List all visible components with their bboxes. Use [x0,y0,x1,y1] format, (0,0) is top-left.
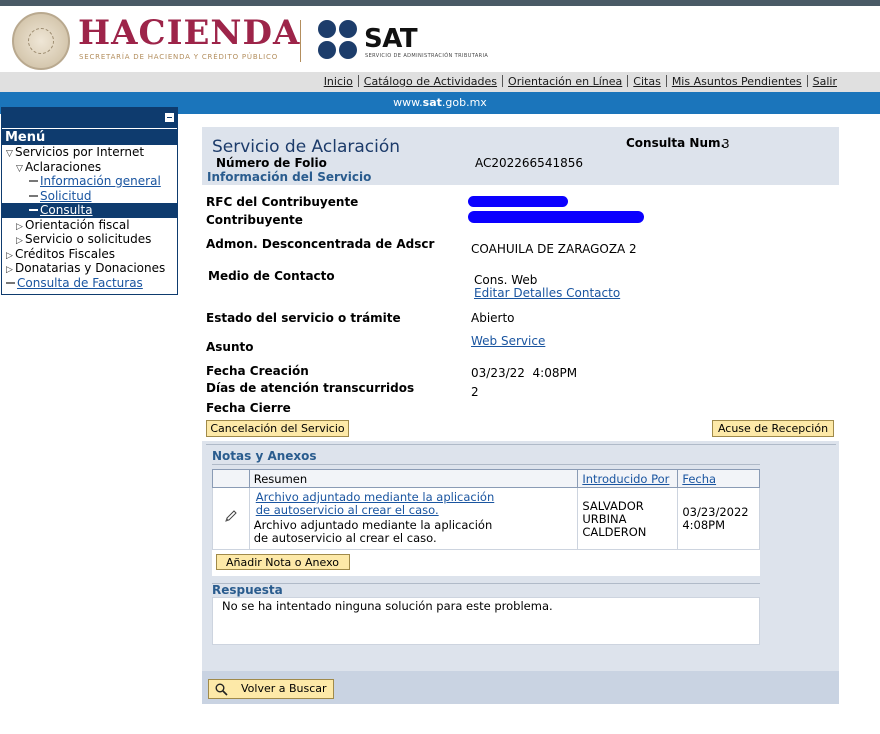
redacted-contribuyente [468,211,644,223]
nav-link-inicio[interactable]: Inicio [319,75,358,88]
medio-value: Cons. Web [474,273,538,287]
header-divider [300,20,301,62]
menu-item-orientacion-fiscal[interactable]: ▷ Orientación fiscal [2,218,177,233]
menu-item-donatarias[interactable]: ▷ Donatarias y Donaciones [2,261,177,276]
estado-label: Estado del servicio o trámite [206,311,401,325]
contribuyente-label: Contribuyente [206,213,303,227]
menu-title: Menú [2,128,177,145]
edit-contact-link[interactable]: Editar Detalles Contacto [474,286,620,300]
left-menu: Menú ▽ Servicios por Internet ▽ Aclaracion… [1,107,178,295]
collapse-icon[interactable] [164,112,175,123]
folio-value: AC202266541856 [475,156,583,170]
nav-link-catalogo[interactable]: Catálogo de Actividades [359,75,502,88]
rfc-label: RFC del Contribuyente [206,195,359,209]
table-row: Archivo adjuntado mediante la aplicación… [212,487,760,550]
consulta-label: Consulta Num. [626,136,726,150]
info-section-title: Información del Servicio [207,170,372,184]
column-resumen: Resumen [248,469,579,488]
admon-label: Admon. Desconcentrada de Adscr [206,237,435,251]
menu-item-consulta-facturas[interactable]: Consulta de Facturas [2,276,177,291]
medio-label: Medio de Contacto [208,269,335,283]
national-seal-icon [12,12,70,70]
cancel-service-button[interactable]: Cancelación del Servicio [206,420,349,437]
notes-table: Resumen Introducido Por Fecha Archivo ad… [212,469,760,576]
panel-footer: Volver a Buscar [202,671,839,704]
dias-value: 2 [471,385,479,399]
nav-link-citas[interactable]: Citas [628,75,666,88]
menu-item-informacion-general[interactable]: Información general [2,174,177,189]
hacienda-subtitle: SECRETARÍA DE HACIENDA Y CRÉDITO PÚBLICO [79,53,279,61]
menu-item-creditos-fiscales[interactable]: ▷ Créditos Fiscales [2,247,177,262]
nav-link-orientacion[interactable]: Orientación en Línea [503,75,627,88]
note-date: 03/23/2022 4:08PM [677,487,760,550]
folio-label: Número de Folio [216,156,327,170]
pencil-icon[interactable] [224,509,238,523]
dash-icon [29,209,38,211]
magnifier-icon [215,683,228,696]
sat-subtitle: SERVICIO DE ADMINISTRACIÓN TRIBUTARIA [365,53,489,59]
fecha-cierre-label: Fecha Cierre [206,401,291,415]
fecha-creacion-label: Fecha Creación [206,364,309,378]
redacted-rfc [468,196,568,207]
note-author: SALVADOR URBINA CALDERON [577,487,679,550]
sat-logo-icon [318,20,358,60]
sat-logo-text: SAT [364,24,418,54]
column-introducido[interactable]: Introducido Por [577,469,679,488]
admon-value: COAHUILA DE ZARAGOZA 2 [471,242,637,256]
menu-item-servicios-internet[interactable]: ▽ Servicios por Internet [2,145,177,160]
top-nav: Inicio Catálogo de Actividades Orientación… [0,72,880,92]
nav-link-salir[interactable]: Salir [808,75,842,88]
site-header: HACIENDA SECRETARÍA DE HACIENDA Y CRÉDIT… [0,6,880,70]
asunto-link[interactable]: Web Service [471,334,545,348]
respuesta-section-title: Respuesta [212,583,283,597]
dash-icon [29,194,38,197]
notes-section-title: Notas y Anexos [212,449,317,463]
estado-value: Abierto [471,311,515,325]
add-note-button[interactable]: Añadir Nota o Anexo [215,554,350,570]
asunto-label: Asunto [206,340,254,354]
back-search-button[interactable]: Volver a Buscar [208,679,334,699]
note-text: Archivo adjuntado mediante la aplicación… [253,518,493,545]
dias-label: Días de atención transcurridos [206,381,415,395]
respuesta-text: No se ha intentado ninguna solución para… [222,599,553,613]
note-link[interactable]: Archivo adjuntado mediante la aplicación… [256,491,506,517]
menu-item-aclaraciones[interactable]: ▽ Aclaraciones [2,160,177,175]
menu-item-consulta[interactable]: Consulta [2,203,177,218]
consulta-value: 3 [722,137,730,151]
dash-icon [29,180,38,182]
column-fecha[interactable]: Fecha [677,469,760,488]
menu-item-solicitud[interactable]: Solicitud [2,189,177,204]
menu-item-servicio-solicitudes[interactable]: ▷ Servicio o solicitudes [2,232,177,247]
acuse-button[interactable]: Acuse de Recepción [712,420,834,437]
hacienda-logo-text: HACIENDA [78,13,301,53]
nav-link-asuntos[interactable]: Mis Asuntos Pendientes [667,75,807,88]
dash-icon [6,281,15,284]
main-panel: Servicio de Aclaración Consulta Num. 3 N… [202,127,839,704]
fecha-creacion-value: 03/23/22 4:08PM [471,366,578,380]
page-title: Servicio de Aclaración [212,137,401,157]
